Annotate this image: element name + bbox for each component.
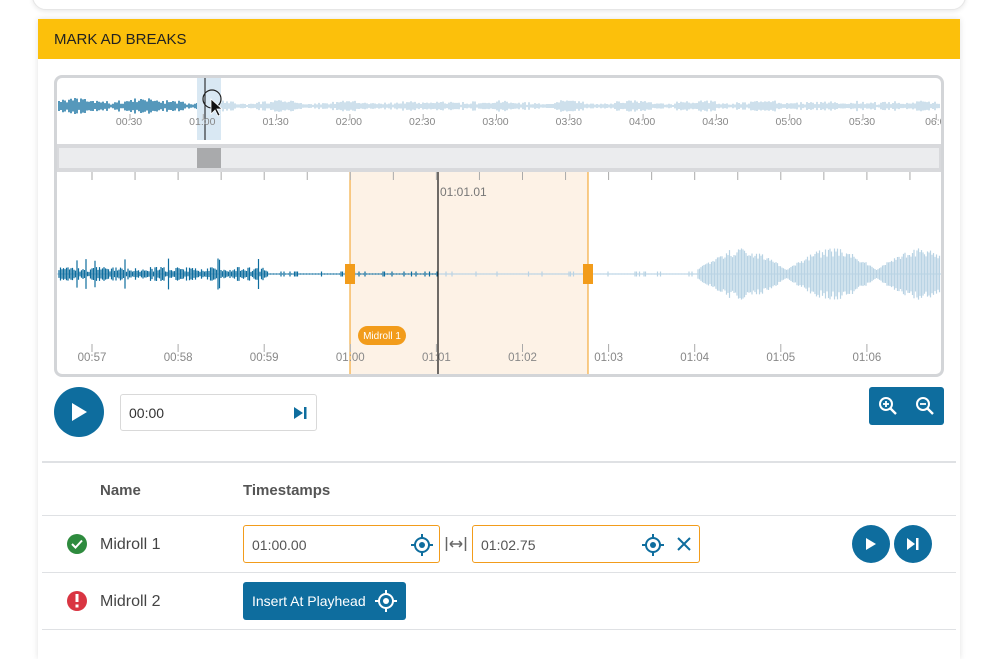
end-timestamp-value: 01:02.75 [481,537,536,553]
overview-tick-label: 02:00 [336,116,362,128]
overview-tick-label: 04:30 [702,116,728,128]
panel-header: MARK AD BREAKS [38,19,960,59]
header-name: Name [100,482,141,499]
panel-title: MARK AD BREAKS [54,30,187,48]
zoom-in-button[interactable] [869,387,906,425]
table-row: Midroll 1 01:00.00 01:02.75 [42,515,956,572]
detail-tick-label: 01:03 [594,352,623,364]
overview-tick-label: 02:30 [409,116,435,128]
detail-tick-label: 01:01 [422,352,451,364]
check-circle-icon [67,534,87,554]
target-icon[interactable] [642,534,664,556]
error-circle-icon [67,591,87,611]
horizontal-scrollbar[interactable] [57,144,941,172]
play-icon [72,403,87,421]
table-row: Midroll 2 Insert At Playhead [42,572,956,629]
mark-ad-breaks-panel: MARK AD BREAKS 00:30 01:00 01:30 02:00 02:30… [38,19,960,659]
waveform-svg[interactable]: 00:30 01:00 01:30 02:00 02:30 03:00 03:30 04:00… [57,78,941,374]
start-timestamp-value: 01:00.00 [252,537,307,553]
overview-tick-label: 06:0 [925,116,941,128]
insert-at-playhead-button[interactable]: Insert At Playhead [243,582,406,620]
detail-tick-label: 00:58 [164,352,193,364]
row-name: Midroll 2 [100,593,161,610]
overview-waveform[interactable] [58,98,940,114]
row-name: Midroll 1 [100,536,161,553]
previous-card [32,0,966,10]
skip-forward-icon [907,538,919,550]
skip-forward-icon[interactable] [292,405,308,421]
overview-tick-label: 00:30 [116,116,142,128]
playback-controls: 00:00 [54,387,944,437]
overview-tick-label: 05:30 [849,116,875,128]
overview-tick-label: 03:30 [556,116,582,128]
detail-tick-label: 01:05 [766,352,795,364]
detail-tick-label: 01:04 [680,352,709,364]
zoom-controls [869,387,944,425]
close-icon[interactable] [675,535,693,553]
scrollbar-thumb[interactable] [197,148,221,168]
skip-to-region-button[interactable] [894,525,932,563]
detail-tick-label: 01:02 [508,352,537,364]
detail-tick-label: 00:57 [78,352,107,364]
header-timestamps: Timestamps [243,482,331,499]
play-icon [866,538,876,550]
overview-tick-label: 01:30 [262,116,288,128]
insert-button-label: Insert At Playhead [252,593,366,609]
scrollbar-track [59,148,939,168]
play-button[interactable] [54,387,104,437]
playhead-time-label: 01:01.01 [440,185,487,199]
target-icon[interactable] [411,534,433,556]
current-time-field[interactable]: 00:00 [120,394,317,431]
end-timestamp-field[interactable]: 01:02.75 [472,525,700,563]
table-header: Name Timestamps [42,463,956,515]
overview-ticks: 00:30 01:00 01:30 02:00 02:30 03:00 03:30 04:00… [116,114,941,128]
region-label-text: Midroll 1 [363,331,401,342]
range-arrows-icon [445,537,467,551]
zoom-out-button[interactable] [906,387,943,425]
current-time-value: 00:00 [129,405,165,421]
target-icon [375,590,397,612]
overview-tick-label: 01:00 [189,116,215,128]
waveform-editor[interactable]: 00:30 01:00 01:30 02:00 02:30 03:00 03:30 04:00… [54,75,944,377]
detail-tick-label: 00:59 [250,352,279,364]
overview-tick-label: 03:00 [482,116,508,128]
zoom-out-icon [915,397,934,415]
ad-breaks-table: Name Timestamps Midroll 1 01:00.00 01:02… [42,461,956,630]
detail-tick-label: 01:06 [853,352,882,364]
divider [42,629,956,630]
overview-tick-label: 05:00 [776,116,802,128]
region-end-handle[interactable] [583,264,593,284]
overview-tick-label: 04:00 [629,116,655,128]
zoom-in-icon [878,397,897,415]
play-region-button[interactable] [852,525,890,563]
detail-tick-label: 01:00 [336,352,365,364]
region-start-handle[interactable] [345,264,355,284]
start-timestamp-field[interactable]: 01:00.00 [243,525,440,563]
